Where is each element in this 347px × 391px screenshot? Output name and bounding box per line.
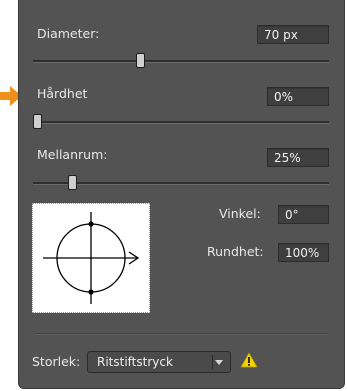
size-dropdown[interactable]: Ritstiftstryck xyxy=(87,351,231,373)
size-label: Storlek: xyxy=(32,354,81,369)
diameter-slider-thumb[interactable] xyxy=(136,53,145,68)
spacing-field[interactable]: 25% xyxy=(267,148,329,167)
hardness-slider-track[interactable] xyxy=(33,121,329,124)
spacing-slider-thumb[interactable] xyxy=(68,175,77,190)
roundness-field[interactable]: 100% xyxy=(278,243,329,262)
diameter-field[interactable]: 70 px xyxy=(257,25,329,44)
chevron-down-icon xyxy=(212,355,224,372)
spacing-slider-track[interactable] xyxy=(33,182,329,185)
angle-field[interactable]: 0° xyxy=(278,205,329,224)
divider xyxy=(35,333,328,335)
hardness-field[interactable]: 0% xyxy=(267,87,329,106)
hardness-label: Hårdhet xyxy=(37,86,88,101)
brush-options-panel: Diameter: 70 px Hårdhet 0% Mellanrum: 25… xyxy=(18,0,345,389)
hardness-slider-thumb[interactable] xyxy=(33,114,42,129)
angle-label: Vinkel: xyxy=(219,206,261,221)
size-dropdown-value: Ritstiftstryck xyxy=(97,355,173,369)
spacing-label: Mellanrum: xyxy=(37,147,108,162)
diameter-slider-track[interactable] xyxy=(33,60,329,63)
brush-tip-preview[interactable] xyxy=(32,203,150,313)
warning-icon xyxy=(240,352,258,371)
brush-shape-diagram xyxy=(43,212,140,304)
roundness-label: Rundhet: xyxy=(207,244,264,259)
diameter-label: Diameter: xyxy=(37,26,100,41)
